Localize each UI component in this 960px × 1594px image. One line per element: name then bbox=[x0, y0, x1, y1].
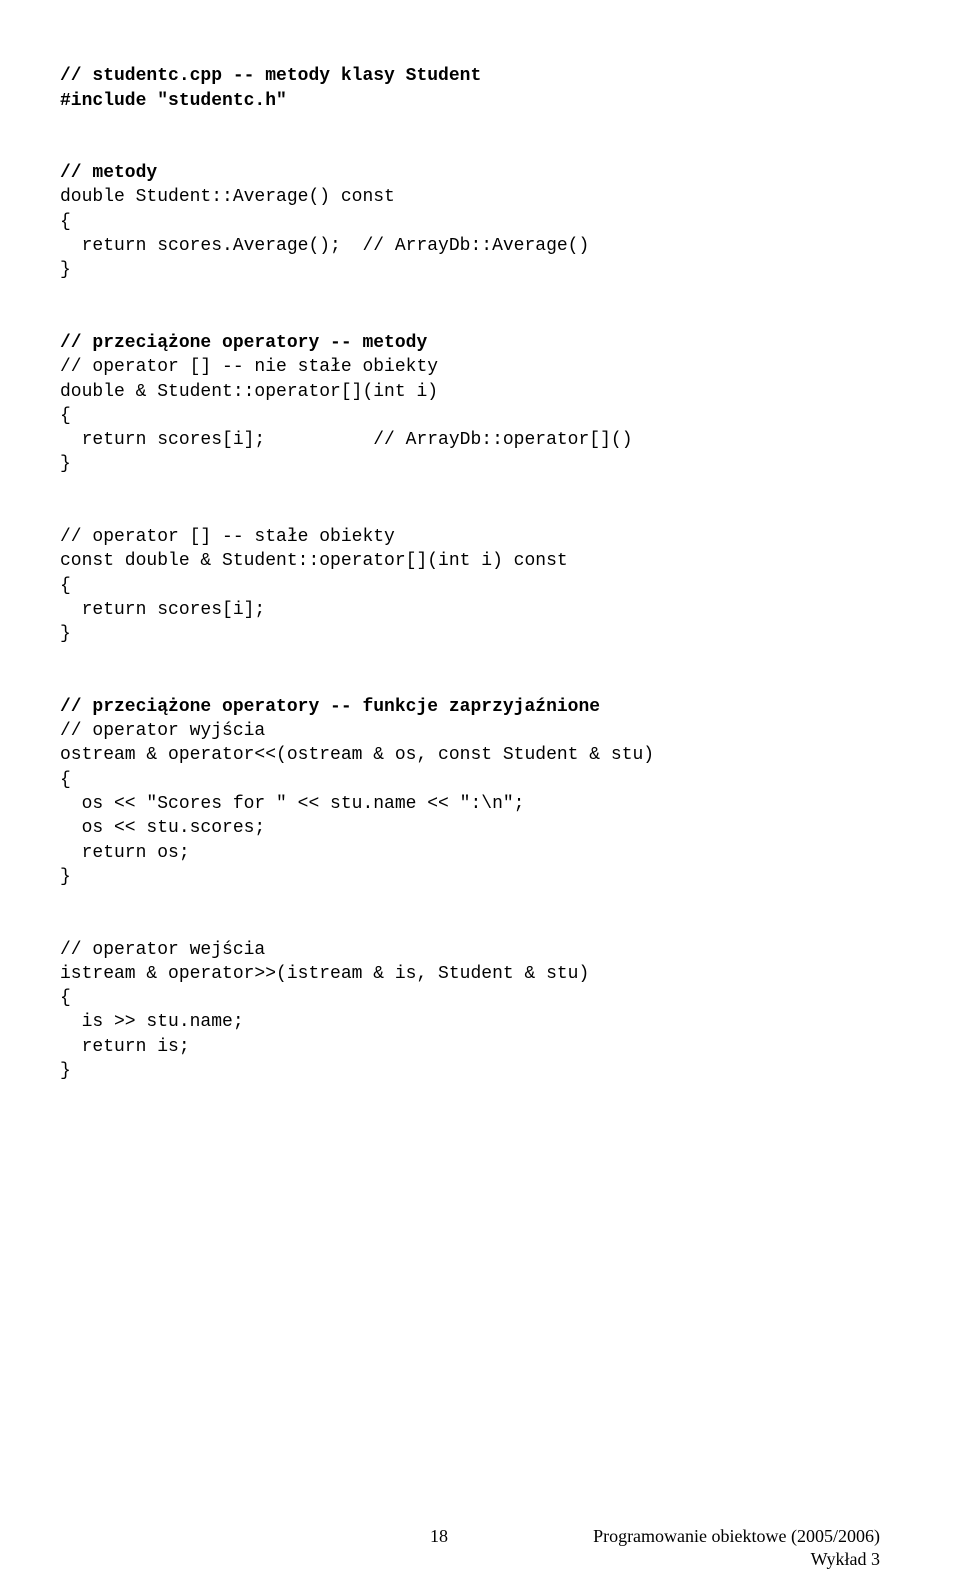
code-line: // operator wyjścia bbox=[60, 721, 265, 741]
code-line: istream & operator>>(istream & is, Stude… bbox=[60, 964, 589, 984]
code-line: } bbox=[60, 624, 71, 644]
code-line: { bbox=[60, 988, 71, 1008]
code-line: return os; bbox=[60, 843, 190, 863]
code-line: // operator [] -- nie stałe obiekty bbox=[60, 357, 438, 377]
code-line: double Student::Average() const bbox=[60, 187, 395, 207]
code-line: // operator [] -- stałe obiekty bbox=[60, 527, 395, 547]
page-number: 18 bbox=[430, 1524, 448, 1548]
code-line: return is; bbox=[60, 1037, 190, 1057]
page: // studentc.cpp -- metody klasy Student … bbox=[0, 0, 960, 1594]
code-line: return scores.Average(); // ArrayDb::Ave… bbox=[60, 236, 589, 256]
code-line: ostream & operator<<(ostream & os, const… bbox=[60, 745, 654, 765]
code-line: { bbox=[60, 212, 71, 232]
code-line: } bbox=[60, 454, 71, 474]
code-block-ostream: // przeciążone operatory -- funkcje zapr… bbox=[60, 671, 900, 890]
code-line: return scores[i]; bbox=[60, 600, 265, 620]
code-block-op-const: // operator [] -- stałe obiekty const do… bbox=[60, 501, 900, 647]
code-line: os << stu.scores; bbox=[60, 818, 265, 838]
footer-lecture: Wykład 3 bbox=[593, 1548, 880, 1571]
code-line: return scores[i]; // ArrayDb::operator[]… bbox=[60, 430, 633, 450]
code-line: { bbox=[60, 576, 71, 596]
code-line: const double & Student::operator[](int i… bbox=[60, 551, 568, 571]
code-block-header: // studentc.cpp -- metody klasy Student … bbox=[60, 40, 900, 113]
code-line: { bbox=[60, 406, 71, 426]
code-line: is >> stu.name; bbox=[60, 1012, 244, 1032]
code-line: } bbox=[60, 867, 71, 887]
code-block-op-nonconst: // przeciążone operatory -- metody // op… bbox=[60, 307, 900, 477]
code-line: // studentc.cpp -- metody klasy Student bbox=[60, 66, 481, 86]
code-line: } bbox=[60, 260, 71, 280]
code-line: // przeciążone operatory -- metody bbox=[60, 333, 427, 353]
code-line: os << "Scores for " << stu.name << ":\n"… bbox=[60, 794, 524, 814]
code-line: double & Student::operator[](int i) bbox=[60, 382, 438, 402]
code-line: #include "studentc.h" bbox=[60, 91, 287, 111]
code-line: { bbox=[60, 770, 71, 790]
code-line: // operator wejścia bbox=[60, 940, 265, 960]
code-block-methods: // metody double Student::Average() cons… bbox=[60, 137, 900, 283]
footer-right: Programowanie obiektowe (2005/2006) Wykł… bbox=[593, 1525, 880, 1570]
footer-course: Programowanie obiektowe (2005/2006) bbox=[593, 1525, 880, 1548]
code-line: // metody bbox=[60, 163, 157, 183]
code-line: // przeciążone operatory -- funkcje zapr… bbox=[60, 697, 600, 717]
code-line: } bbox=[60, 1061, 71, 1081]
code-block-istream: // operator wejścia istream & operator>>… bbox=[60, 913, 900, 1083]
